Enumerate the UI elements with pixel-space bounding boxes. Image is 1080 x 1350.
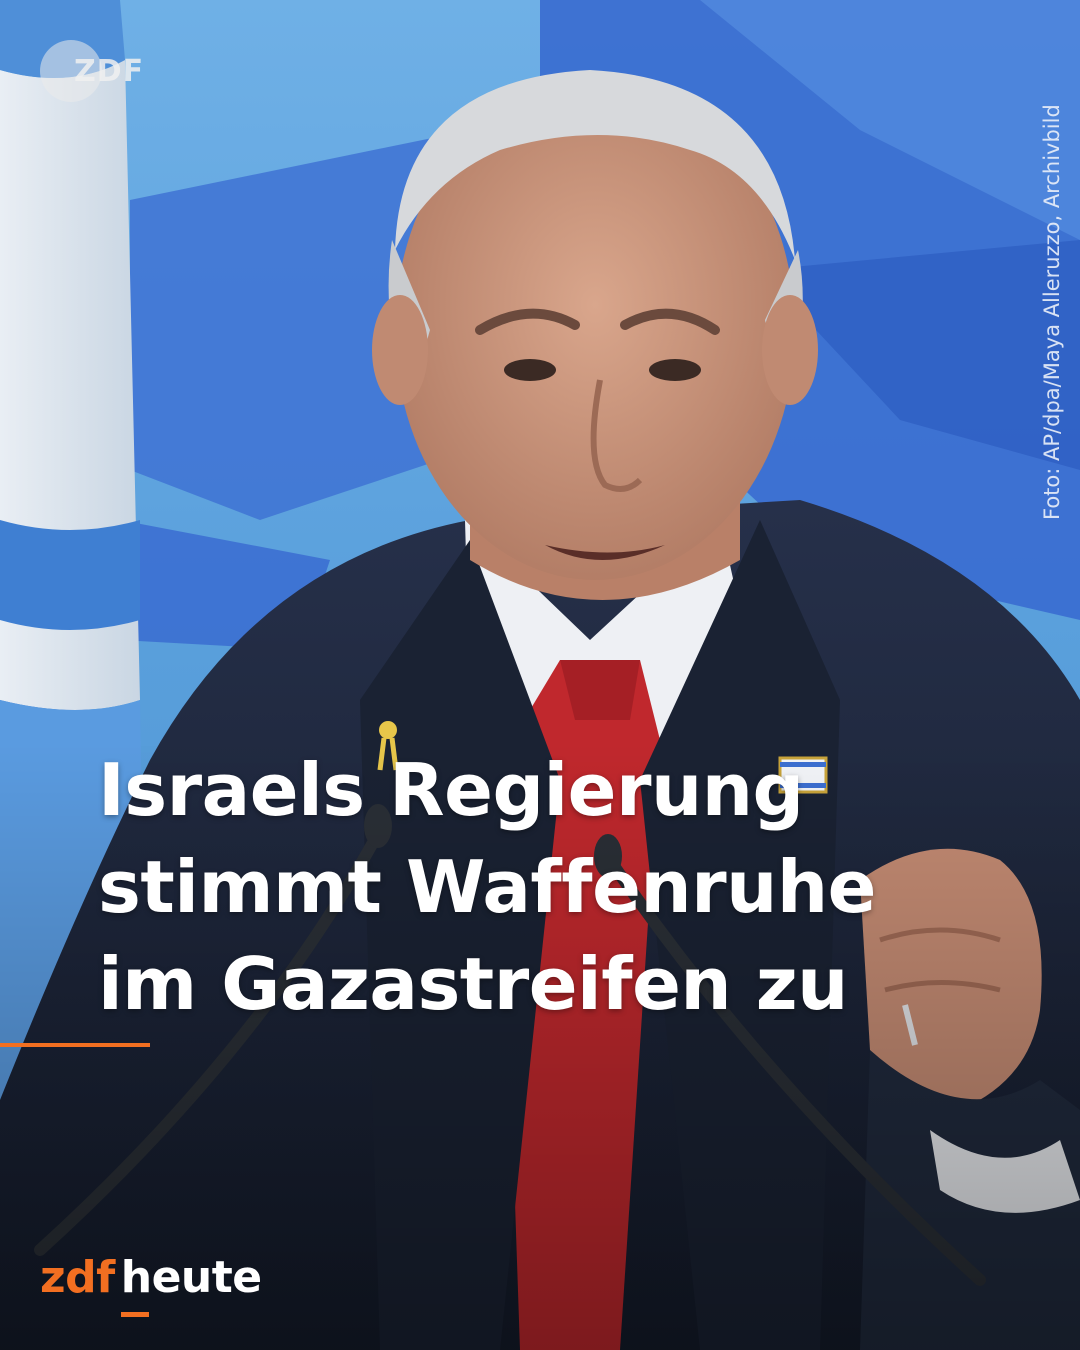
zdfheute-logo: zdf heute bbox=[40, 1252, 262, 1317]
zdf-badge: ZDF bbox=[40, 40, 144, 102]
photo-credit: Foto: AP/dpa/Maya Alleruzzo, Archivbild bbox=[1040, 104, 1064, 520]
brand-heute-text: heute bbox=[120, 1252, 262, 1303]
headline-line-1: Israels Regierung bbox=[98, 748, 804, 832]
headline-line-2: stimmt Waffenruhe bbox=[98, 845, 877, 929]
brand-heute: heute bbox=[120, 1252, 262, 1317]
headline-line-3: im Gazastreifen zu bbox=[98, 942, 848, 1026]
zdf-badge-logo: ZDF bbox=[74, 53, 145, 89]
post-image: ZDF Foto: AP/dpa/Maya Alleruzzo, Archivb… bbox=[0, 0, 1080, 1350]
brand-underline bbox=[120, 1312, 149, 1317]
headline: Israels Regierung stimmt Waffenruhe im G… bbox=[98, 742, 877, 1033]
photo-scene bbox=[0, 0, 1080, 1350]
accent-line bbox=[0, 1043, 150, 1047]
background-photo bbox=[0, 0, 1080, 1350]
brand-zdf: zdf bbox=[40, 1252, 115, 1303]
